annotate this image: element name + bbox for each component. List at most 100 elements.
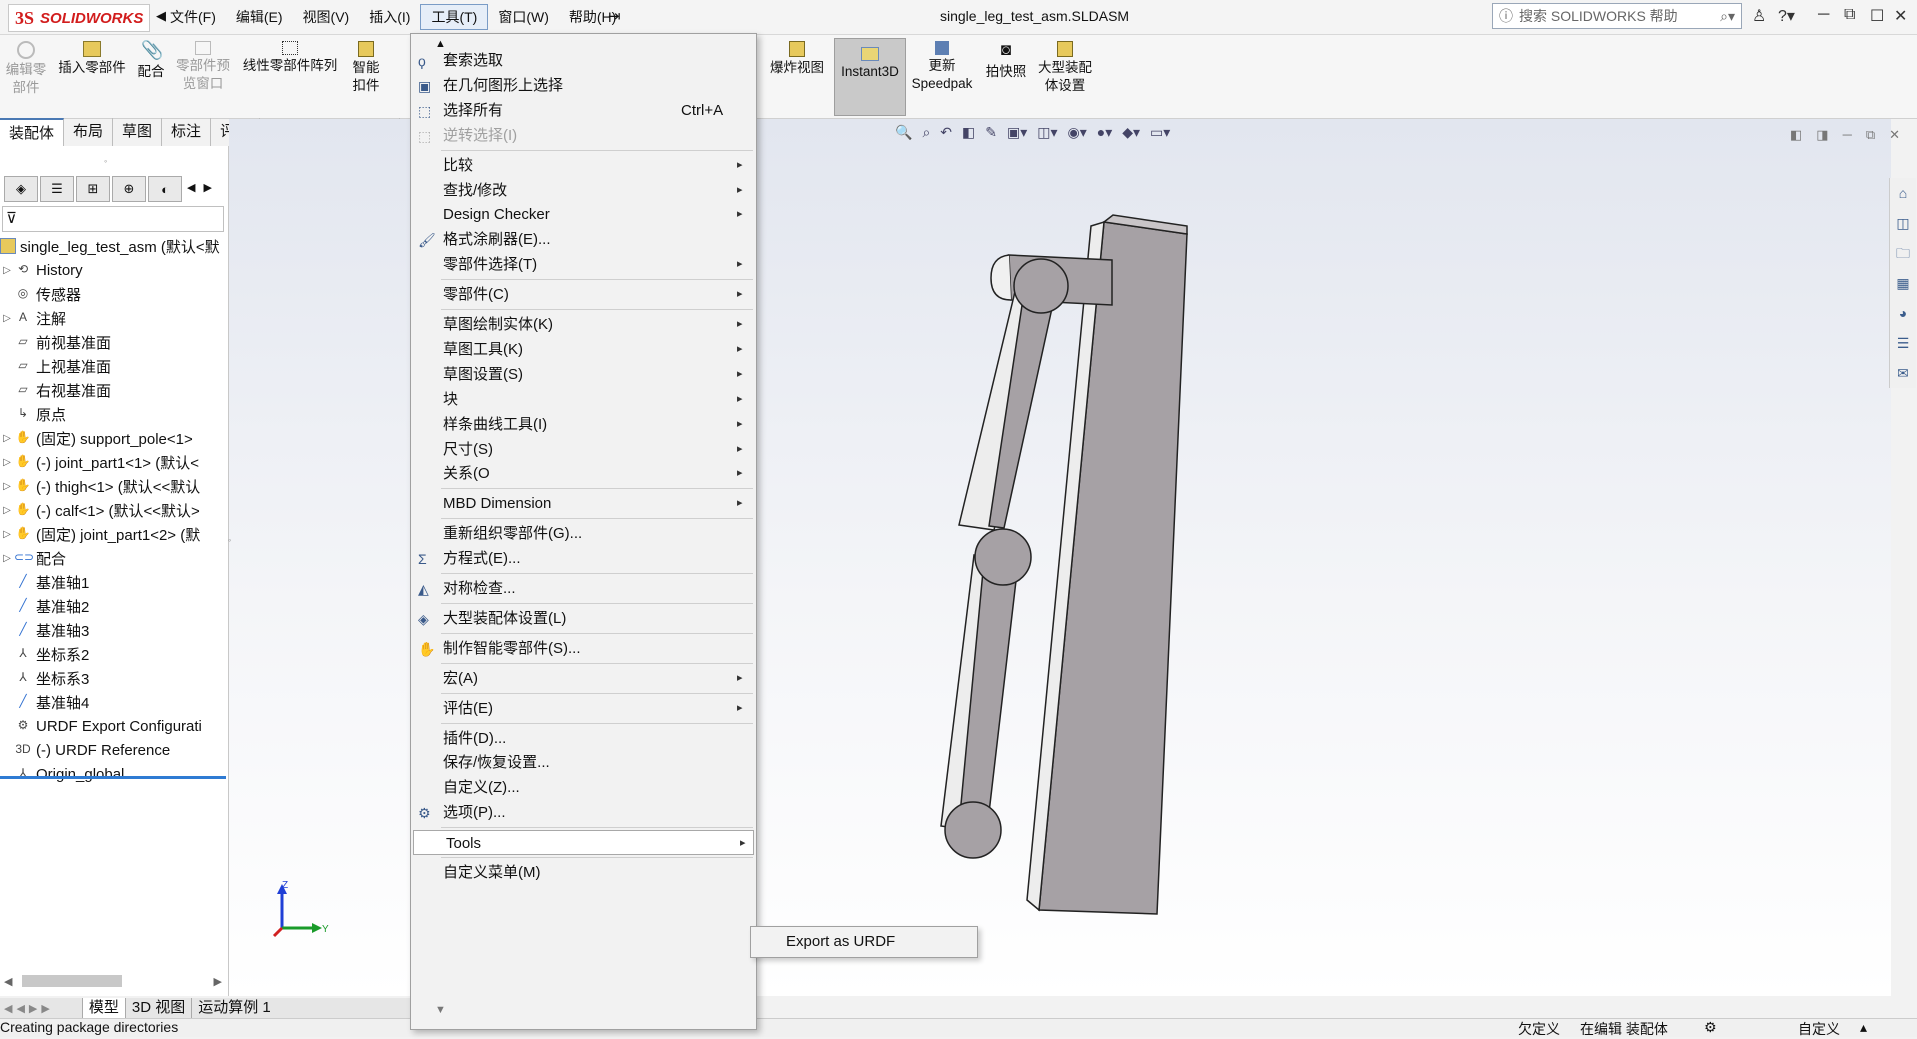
- display-style-icon[interactable]: ◫▾: [1037, 124, 1057, 146]
- menu-item[interactable]: Σ 方程式(E)...: [411, 546, 756, 571]
- large-assembly-settings-button[interactable]: 大型装配体设置: [1036, 41, 1094, 95]
- scroll-left-icon[interactable]: ◀: [0, 975, 16, 988]
- feature-manager-tab[interactable]: ◈: [4, 176, 38, 202]
- bottom-tab-1[interactable]: 3D 视图: [124, 998, 191, 1018]
- panel-tabs-next-icon[interactable]: ▶: [200, 176, 214, 204]
- zoom-to-fit-icon[interactable]: 🔍: [895, 124, 912, 146]
- menu-item[interactable]: 🖌 格式涂刷器(E)...: [411, 227, 756, 252]
- expand-arrow-icon[interactable]: ▷: [0, 481, 14, 492]
- menu-item[interactable]: MBD Dimension ▸: [411, 491, 756, 516]
- pin-menu-icon[interactable]: ⇥: [608, 7, 621, 25]
- rebuild-icon[interactable]: ⚙: [1704, 1019, 1717, 1036]
- view-palette-icon[interactable]: ▦: [1890, 268, 1916, 298]
- bottom-tab-2[interactable]: 运动算例 1: [191, 998, 277, 1018]
- snapshot-button[interactable]: ◙ 拍快照: [982, 41, 1030, 81]
- hide-show-items-icon[interactable]: ◉▾: [1068, 124, 1087, 146]
- menu-item[interactable]: 保存/恢复设置...: [411, 750, 756, 775]
- dynamic-annotation-icon[interactable]: ✎: [985, 124, 997, 146]
- custom-properties-icon[interactable]: ☰: [1890, 328, 1916, 358]
- tree-item[interactable]: ▷ ✋ (固定) joint_part1<2> (默: [0, 522, 226, 546]
- menu-3[interactable]: 插入(I): [359, 5, 420, 29]
- viewport-prev-icon[interactable]: ◧: [1790, 127, 1802, 143]
- component-preview-button[interactable]: 零部件预览窗口: [174, 41, 232, 93]
- menu-scroll-down-icon[interactable]: ▼: [435, 1004, 446, 1016]
- explode-view-button[interactable]: 爆炸视图: [766, 41, 828, 77]
- viewport-minimize-icon[interactable]: ─: [1843, 127, 1852, 143]
- menu-item[interactable]: ⚙ 选项(P)...: [411, 800, 756, 825]
- expand-arrow-icon[interactable]: ▷: [0, 505, 14, 516]
- home-icon[interactable]: ⌂: [1890, 178, 1916, 208]
- tab-nav-arrows-icon[interactable]: ◀◀▶▶: [0, 1002, 58, 1015]
- apply-scene-icon[interactable]: ◆▾: [1122, 124, 1140, 146]
- menu-0[interactable]: 文件(F): [160, 5, 226, 29]
- help-menu-icon[interactable]: ?▾: [1778, 6, 1795, 26]
- section-view-icon[interactable]: ◧: [962, 124, 975, 146]
- panel-collapse-handle[interactable]: ◦: [228, 535, 231, 545]
- tree-item[interactable]: ▱ 前视基准面: [0, 330, 226, 354]
- help-search-input[interactable]: ⓘ 搜索 SOLIDWORKS 帮助 ⌕▾: [1492, 3, 1742, 29]
- menu-5[interactable]: 窗口(W): [488, 5, 559, 29]
- command-tab-1[interactable]: 布局: [64, 118, 114, 146]
- view-settings-icon[interactable]: ▭▾: [1150, 124, 1170, 146]
- file-explorer-icon[interactable]: 🗀: [1890, 238, 1916, 268]
- menu-item[interactable]: 宏(A) ▸: [411, 666, 756, 691]
- menu-item[interactable]: Design Checker ▸: [411, 202, 756, 227]
- menu-2[interactable]: 视图(V): [293, 5, 360, 29]
- menu-item[interactable]: 插件(D)...: [411, 726, 756, 751]
- expand-arrow-icon[interactable]: ▷: [0, 529, 14, 540]
- menu-item[interactable]: 比较 ▸: [411, 153, 756, 178]
- previous-view-icon[interactable]: ↶: [940, 124, 952, 146]
- menu-item[interactable]: 零部件(C) ▸: [411, 282, 756, 307]
- expand-arrow-icon[interactable]: ▷: [0, 313, 14, 324]
- status-units-arrow-icon[interactable]: ▴: [1860, 1019, 1867, 1036]
- tree-item[interactable]: ⅄ Origin_global: [0, 762, 226, 786]
- configuration-manager-tab[interactable]: ⊞: [76, 176, 110, 202]
- viewport-next-icon[interactable]: ◨: [1816, 127, 1828, 143]
- menu-item[interactable]: ▣ 在几何图形上选择: [411, 73, 756, 98]
- expand-arrow-icon[interactable]: ▷: [0, 433, 14, 444]
- menu-item[interactable]: 关系(O ▸: [411, 461, 756, 486]
- display-manager-tab[interactable]: ◐: [148, 176, 182, 202]
- feature-tree-filter[interactable]: ⊽: [2, 206, 224, 232]
- forum-icon[interactable]: ✉: [1890, 358, 1916, 388]
- menu-item[interactable]: ✋ 制作智能零部件(S)...: [411, 636, 756, 661]
- tree-item[interactable]: ▷ A 注解: [0, 306, 226, 330]
- resources-icon[interactable]: ◫: [1890, 208, 1916, 238]
- tree-item[interactable]: 3D (-) URDF Reference: [0, 738, 226, 762]
- tree-item[interactable]: ╱ 基准轴3: [0, 618, 226, 642]
- menu-item[interactable]: ◈ 大型装配体设置(L): [411, 606, 756, 631]
- dimxpert-manager-tab[interactable]: ⊕: [112, 176, 146, 202]
- menu-item[interactable]: 评估(E) ▸: [411, 696, 756, 721]
- update-speedpak-button[interactable]: 更新Speedpak: [910, 41, 974, 93]
- tree-item[interactable]: ▷ ✋ (固定) support_pole<1>: [0, 426, 226, 450]
- leg-assembly-model[interactable]: [929, 210, 1209, 930]
- menu-item[interactable]: 草图设置(S) ▸: [411, 362, 756, 387]
- menu-item[interactable]: 块 ▸: [411, 387, 756, 412]
- search-icon[interactable]: ⌕▾: [1720, 8, 1735, 25]
- maximize-icon[interactable]: ☐: [1870, 6, 1884, 26]
- menu-item[interactable]: 尺寸(S) ▸: [411, 437, 756, 462]
- edit-appearance-icon[interactable]: ●▾: [1097, 124, 1112, 146]
- tree-item[interactable]: ▷ ✋ (-) calf<1> (默认<<默认>: [0, 498, 226, 522]
- menu-item[interactable]: 草图绘制实体(K) ▸: [411, 312, 756, 337]
- minimize-icon[interactable]: ─: [1818, 6, 1829, 24]
- menu-item[interactable]: ◭ 对称检查...: [411, 576, 756, 601]
- menu-item[interactable]: 零部件选择(T) ▸: [411, 252, 756, 277]
- viewport-restore-icon[interactable]: ⧉: [1866, 127, 1875, 143]
- expand-arrow-icon[interactable]: ▷: [0, 553, 14, 564]
- tree-root[interactable]: single_leg_test_asm (默认<默: [0, 234, 226, 258]
- tree-item[interactable]: ▷ ✋ (-) thigh<1> (默认<<默认: [0, 474, 226, 498]
- tree-item[interactable]: ⚙ URDF Export Configurati: [0, 714, 226, 738]
- tree-item[interactable]: ▱ 上视基准面: [0, 354, 226, 378]
- linear-pattern-button[interactable]: 线性零部件阵列: [240, 41, 340, 75]
- bottom-tab-0[interactable]: 模型: [81, 998, 125, 1018]
- tree-item[interactable]: ⅄ 坐标系3: [0, 666, 226, 690]
- menu-item[interactable]: 重新组织零部件(G)...: [411, 521, 756, 546]
- appearances-icon[interactable]: ◕: [1890, 298, 1916, 328]
- instant3d-button[interactable]: Instant3D: [834, 38, 906, 116]
- scroll-thumb[interactable]: [22, 975, 123, 987]
- viewport-close-icon[interactable]: ✕: [1889, 127, 1900, 143]
- menu-item[interactable]: ϙ 套索选取: [411, 48, 756, 73]
- menu-item[interactable]: ⬚ 选择所有 Ctrl+A: [411, 98, 756, 123]
- tree-item[interactable]: ▷ ⟲ History: [0, 258, 226, 282]
